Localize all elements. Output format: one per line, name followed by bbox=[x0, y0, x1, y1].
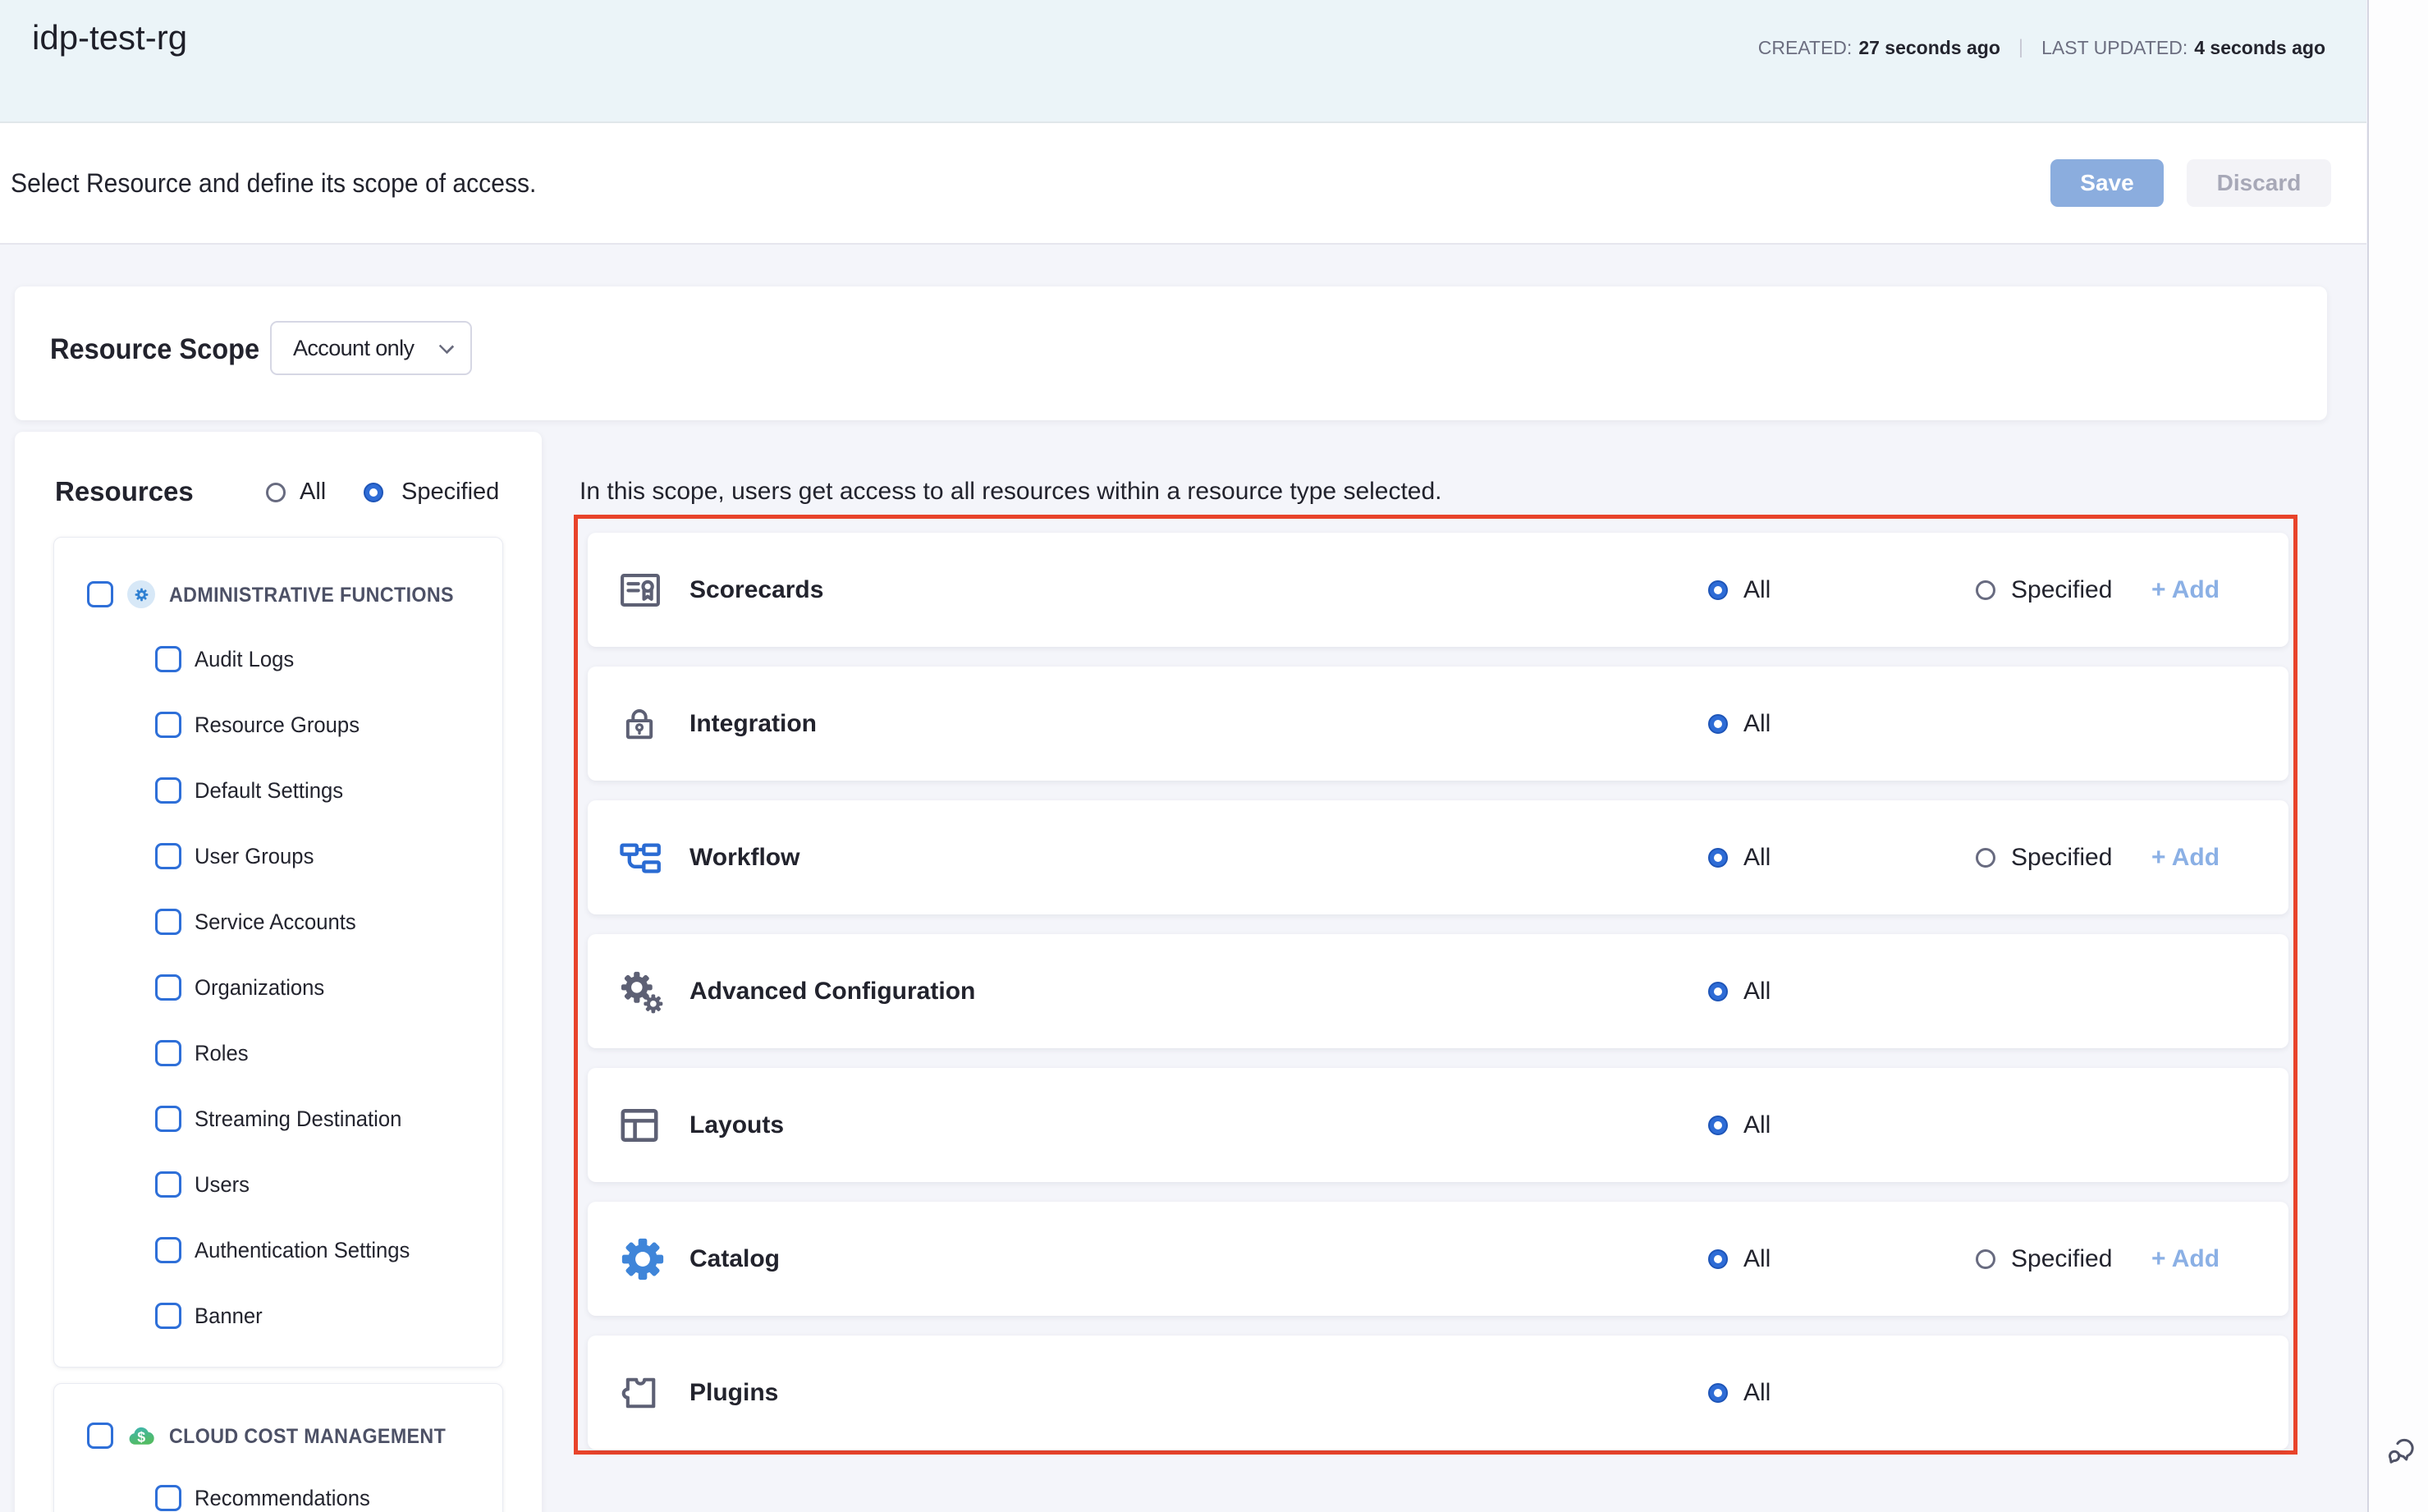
svg-text:$: $ bbox=[137, 1429, 145, 1446]
